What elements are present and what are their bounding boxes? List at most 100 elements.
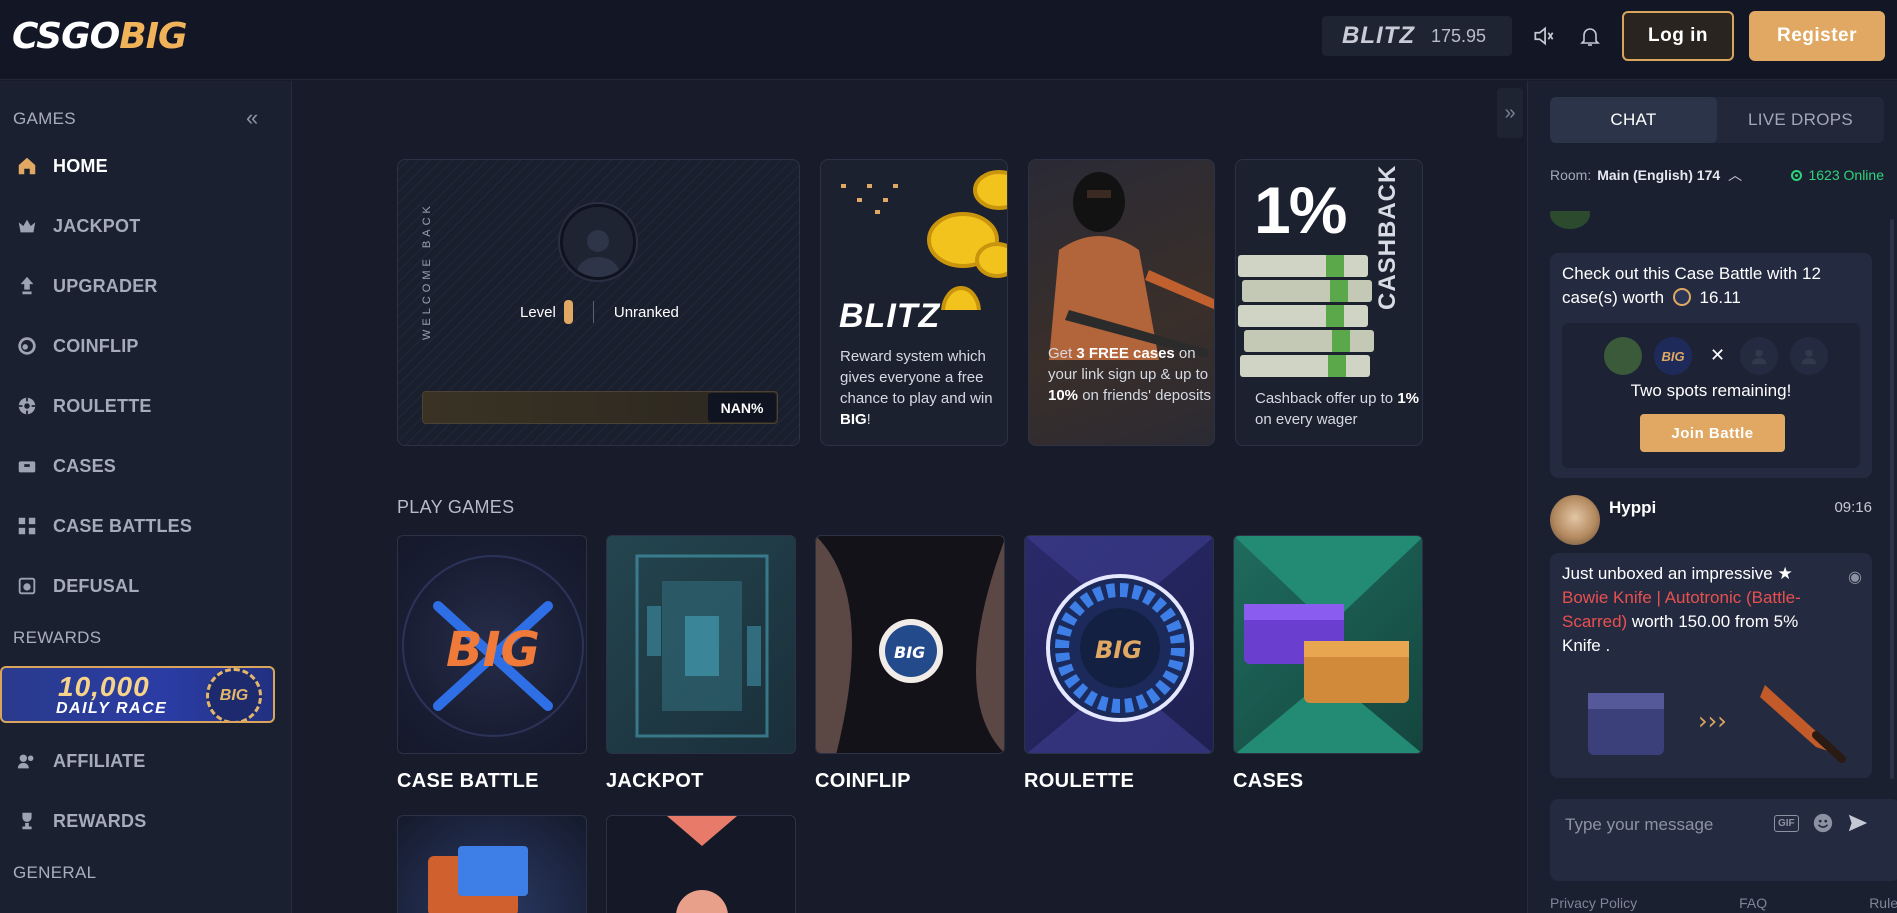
chat-tabs: CHAT LIVE DROPS (1550, 97, 1884, 143)
free-cases-promo-card[interactable]: Get 3 FREE cases on your link sign up & … (1028, 159, 1215, 446)
avatar (1604, 337, 1642, 375)
game-tile-roulette[interactable]: BIG (1024, 535, 1214, 754)
welcome-card: WELCOME BACK Level Unranked NAN% (397, 159, 800, 446)
right-chat-panel: CHAT LIVE DROPS Room: Main (English) 174… (1527, 81, 1897, 913)
game-tile-case-battle[interactable]: BIG (397, 535, 587, 754)
blitz-balance[interactable]: BLITZ 175.95 (1322, 16, 1512, 56)
sidebar-item-coinflip[interactable]: COINFLIP (13, 331, 139, 361)
sound-icon[interactable] (1528, 20, 1560, 52)
sidebar-item-defusal[interactable]: DEFUSAL (13, 571, 139, 601)
play-games-title: PLAY GAMES (397, 497, 515, 517)
sidebar-item-roulette[interactable]: ROULETTE (13, 391, 152, 421)
blitz-value: 175.95 (1430, 25, 1487, 46)
progress-percent: NAN% (708, 393, 776, 422)
gif-button[interactable]: GIF (1774, 815, 1799, 832)
room-selector[interactable]: Room: Main (English) 174 ︿ 1623 Online (1550, 165, 1884, 185)
case-battle-message: Check out this Case Battle with 12 case(… (1550, 253, 1872, 478)
sidebar-item-rewards[interactable]: REWARDS (13, 806, 146, 836)
chevron-up-icon: ︿ (1728, 167, 1743, 183)
game-name-jackpot[interactable]: JACKPOT (606, 770, 704, 793)
jackpot-art (635, 554, 769, 738)
send-icon[interactable] (1846, 812, 1870, 839)
game-name-cases[interactable]: CASES (1233, 770, 1303, 793)
sidebar-item-home[interactable]: HOME (13, 151, 108, 181)
avatar[interactable] (1550, 495, 1600, 545)
general-section-title: GENERAL (13, 863, 97, 882)
privacy-policy-link[interactable]: Privacy Policy (1550, 895, 1637, 911)
sidebar-item-cases[interactable]: CASES (13, 451, 116, 481)
free-cases-description: Get 3 FREE cases on your link sign up & … (1048, 345, 1211, 404)
race-text: DAILY RACE (56, 700, 168, 717)
cashback-percent: 1% (1254, 173, 1347, 247)
message-time: 09:16 (1834, 499, 1872, 516)
avatar (1550, 211, 1590, 229)
soldier-image (1049, 172, 1214, 360)
register-button[interactable]: Register (1749, 11, 1885, 61)
rank-label: Unranked (613, 303, 679, 321)
sidebar-item-upgrader[interactable]: UPGRADER (13, 271, 158, 301)
emoji-icon[interactable] (1812, 812, 1834, 839)
spots-remaining: Two spots remaining! (1630, 381, 1792, 400)
chat-scrollbar[interactable] (1890, 219, 1894, 779)
battle-icon (13, 512, 41, 540)
crown-icon (13, 212, 41, 240)
sidebar-item-affiliate[interactable]: AFFILIATE (13, 746, 145, 776)
coinflip-art: BIG (816, 536, 1004, 753)
level-badge (563, 300, 573, 324)
chat-input-placeholder[interactable]: Type your message (1565, 815, 1713, 835)
user-name[interactable]: Hyppi (1609, 498, 1656, 518)
games-section-title: GAMES (13, 109, 76, 128)
game-name-roulette[interactable]: ROULETTE (1024, 770, 1134, 793)
room-name: Main (English) 174 (1597, 167, 1721, 183)
affiliate-icon (13, 747, 41, 775)
rewards-section-title: REWARDS (13, 628, 102, 647)
svg-text:BIG: BIG (1095, 636, 1142, 664)
money-stack-image (1238, 255, 1374, 377)
empty-slot-icon (1740, 337, 1778, 375)
cashback-promo-card[interactable]: 1% CASHBACK Cashback offer up to 1% on e… (1235, 159, 1423, 446)
level-label: Level (520, 303, 556, 321)
upgrade-arrow-icon (13, 272, 41, 300)
svg-text:BIG: BIG (894, 643, 925, 662)
svg-text:BIG: BIG (446, 622, 540, 678)
empty-slot-icon (1790, 337, 1828, 375)
sidebar-item-case-battles[interactable]: CASE BATTLES (13, 511, 192, 541)
daily-race-banner[interactable]: 10,000 DAILY RACE BIG (0, 666, 275, 723)
bomb-icon (13, 572, 41, 600)
battle-message-text: Check out this Case Battle with 12 case(… (1562, 264, 1821, 307)
game-tile-defusal[interactable] (606, 815, 796, 913)
game-tile-cases[interactable] (1233, 535, 1423, 754)
game-tile-jackpot[interactable] (606, 535, 796, 754)
login-button[interactable]: Log in (1622, 11, 1734, 61)
sidebar-item-jackpot[interactable]: JACKPOT (13, 211, 140, 241)
site-logo[interactable]: CSGOBIG (12, 16, 188, 57)
game-tile-upgrader[interactable] (397, 815, 587, 913)
level-row: Level Unranked (520, 300, 679, 324)
game-name-case-battle[interactable]: CASE BATTLE (397, 770, 539, 793)
coin-icon (1672, 288, 1691, 306)
bell-icon[interactable] (1574, 20, 1606, 52)
big-avatar-icon: BIG (1654, 337, 1692, 375)
blitz-description: Reward system which gives everyone a fre… (840, 348, 993, 428)
unbox-message: Just unboxed an impressive ★ Bowie Knife… (1550, 553, 1872, 778)
blitz-promo-card[interactable]: BLITZ Reward system which gives everyone… (820, 159, 1008, 446)
home-icon (13, 152, 41, 180)
faq-link[interactable]: FAQ (1739, 895, 1767, 911)
case-icon (13, 452, 41, 480)
case-battle-art: BIG (402, 555, 584, 737)
collapse-sidebar-icon[interactable]: « (246, 105, 258, 131)
rules-link[interactable]: Rules (1869, 895, 1897, 911)
unbox-preview-image: ››› (1588, 685, 1846, 763)
tab-live-drops[interactable]: LIVE DROPS (1717, 97, 1884, 143)
blitz-coins-image (841, 170, 1007, 310)
game-name-coinflip[interactable]: COINFLIP (815, 770, 911, 793)
join-battle-button[interactable]: Join Battle (1640, 414, 1785, 452)
game-tile-coinflip[interactable]: BIG (815, 535, 1005, 754)
chat-input-box[interactable]: Type your message GIF (1550, 799, 1897, 881)
cases-art (1234, 536, 1422, 753)
footer-links: Privacy Policy FAQ Rules (1550, 895, 1897, 911)
tab-chat[interactable]: CHAT (1550, 97, 1717, 143)
eye-icon[interactable]: ◉ (1848, 567, 1862, 587)
roulette-art: BIG (1025, 536, 1213, 753)
expand-panel-icon[interactable]: » (1497, 88, 1523, 138)
